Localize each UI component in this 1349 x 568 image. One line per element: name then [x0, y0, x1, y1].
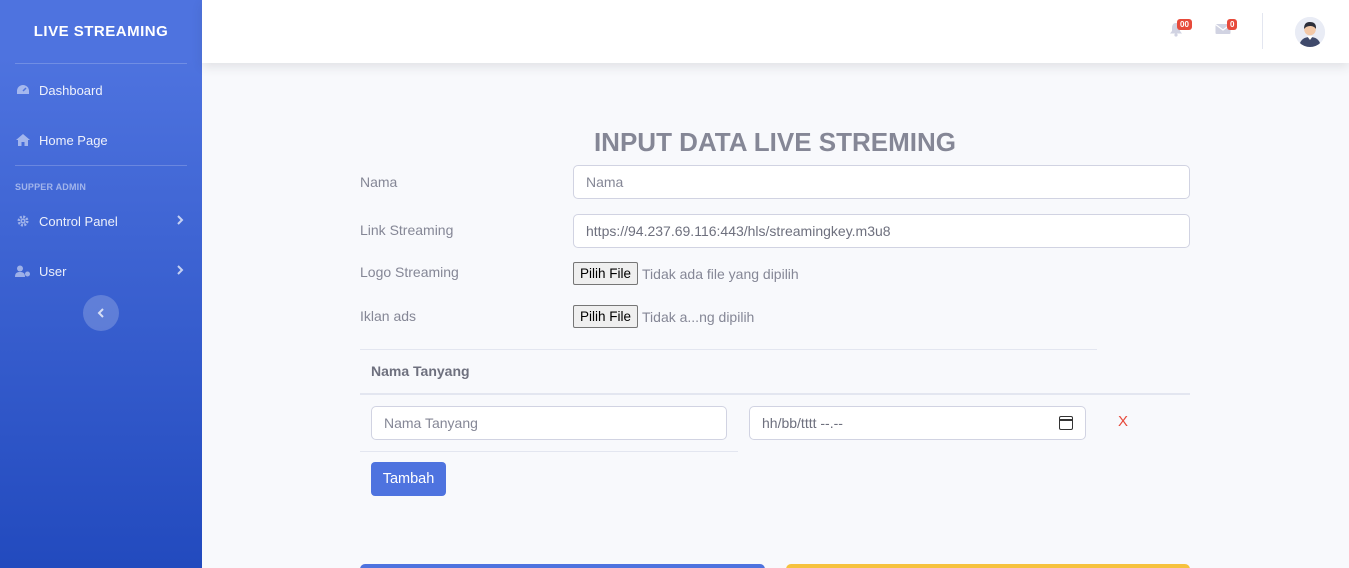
table-row-divider	[360, 451, 738, 452]
add-row-button[interactable]: Tambah	[371, 462, 446, 496]
logo-streaming-label: Logo Streaming	[360, 264, 459, 280]
datetime-input[interactable]: hh/bb/tttt --.--	[749, 406, 1086, 440]
topbar: 00 0	[202, 0, 1349, 63]
iklan-file-status: Tidak a...ng dipilih	[642, 308, 755, 325]
link-streaming-input[interactable]: https://94.237.69.116:443/hls/streamingk…	[573, 214, 1190, 248]
dashboard-icon	[15, 83, 31, 97]
page-title: INPUT DATA LIVE STREMING	[593, 127, 957, 157]
iklan-ads-label: Iklan ads	[360, 308, 417, 324]
user-cog-icon	[15, 264, 31, 278]
chevron-left-icon	[97, 308, 104, 318]
sidebar-item-dashboard[interactable]: Dashboard	[0, 65, 202, 115]
sidebar-item-user[interactable]: User	[0, 246, 202, 296]
nama-input[interactable]: Nama	[573, 165, 1190, 199]
sidebar-toggle-button[interactable]	[83, 295, 119, 331]
home-icon	[15, 133, 31, 147]
table-top-divider	[360, 349, 1097, 350]
datetime-placeholder: hh/bb/tttt --.--	[762, 415, 843, 431]
chevron-right-icon	[176, 214, 184, 228]
iklan-choose-file-button[interactable]: Pilih File	[573, 305, 639, 328]
messages-badge: 0	[1227, 19, 1238, 30]
logo-choose-file-button[interactable]: Pilih File	[573, 262, 639, 285]
iklan-file-input: Pilih File Tidak a...ng dipilih	[573, 305, 754, 328]
calendar-icon[interactable]	[1059, 416, 1073, 430]
sidebar: LIVE STREAMING Dashboard Home Page SUPPE…	[0, 0, 202, 568]
nama-label: Nama	[360, 174, 398, 190]
user-avatar[interactable]	[1295, 17, 1325, 47]
sidebar-brand[interactable]: LIVE STREAMING	[0, 0, 202, 63]
link-streaming-label: Link Streaming	[360, 222, 454, 238]
sidebar-item-label: Dashboard	[39, 82, 103, 98]
sidebar-heading: SUPPER ADMIN	[15, 182, 87, 192]
table-header-nama-tanyang: Nama Tanyang	[371, 363, 470, 379]
alerts-badge: 00	[1177, 19, 1192, 30]
logo-file-status: Tidak ada file yang dipilih	[642, 265, 799, 282]
nama-tanyang-input[interactable]: Nama Tanyang	[371, 406, 727, 440]
remove-row-button[interactable]: X	[1118, 413, 1128, 430]
sidebar-item-control-panel[interactable]: Control Panel	[0, 196, 202, 246]
chevron-right-icon	[176, 264, 184, 278]
table-header-divider	[360, 393, 1190, 395]
sidebar-divider	[15, 63, 187, 64]
sidebar-item-label: User	[39, 263, 67, 279]
avatar-icon	[1295, 17, 1325, 47]
submit-button[interactable]	[360, 564, 765, 568]
gear-icon	[15, 214, 31, 228]
topbar-divider	[1262, 13, 1263, 49]
logo-file-input: Pilih File Tidak ada file yang dipilih	[573, 262, 799, 285]
sidebar-item-label: Home Page	[39, 132, 108, 148]
reset-button[interactable]	[786, 564, 1190, 568]
messages-button[interactable]: 0	[1215, 19, 1238, 40]
sidebar-item-label: Control Panel	[39, 213, 118, 229]
alerts-button[interactable]: 00	[1169, 19, 1192, 40]
sidebar-item-home[interactable]: Home Page	[0, 115, 202, 165]
